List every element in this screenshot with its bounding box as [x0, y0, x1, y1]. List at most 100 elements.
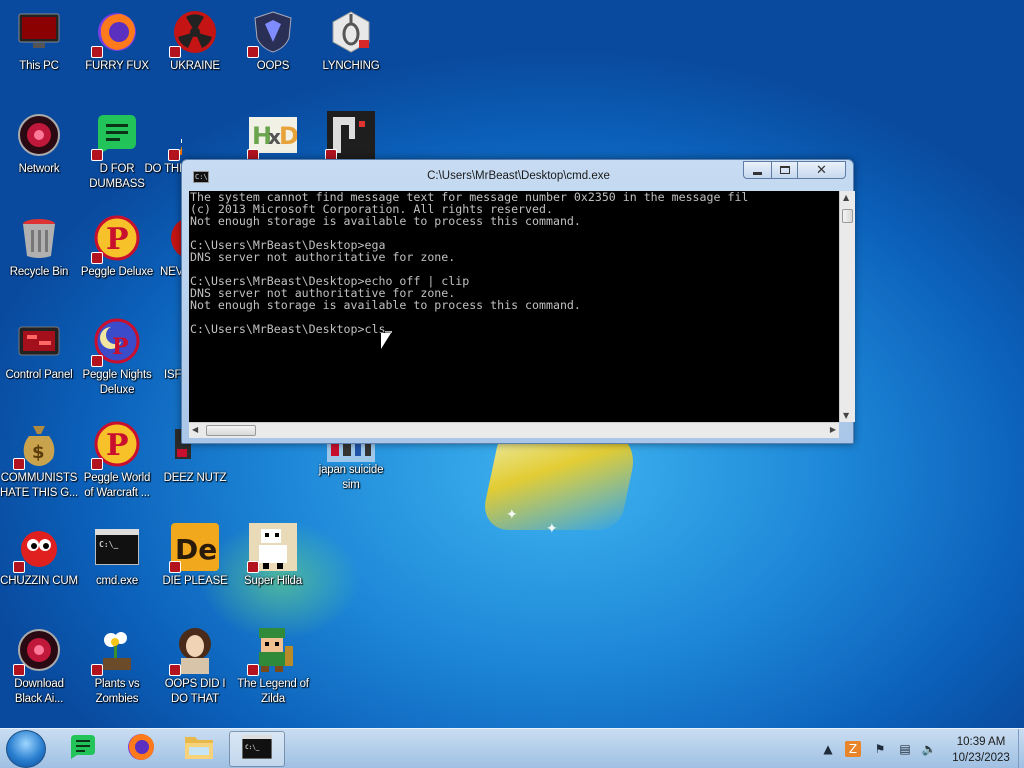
svg-text:P: P: [106, 428, 129, 463]
console-line: Not enough storage is available to proce…: [190, 298, 581, 312]
shield-icon: [247, 8, 297, 58]
taskbar-firefox[interactable]: [113, 731, 169, 767]
peggle-icon: P: [91, 214, 141, 264]
cmd-window[interactable]: C:\ C:\Users\MrBeast\Desktop\cmd.exe ✕ T…: [181, 159, 855, 444]
desktop-icon-label: Peggle Deluxe: [80, 266, 154, 278]
clock-time: 10:39 AM: [956, 736, 1006, 748]
desktop-icon-do-thi[interactable]: DO THI: [142, 111, 182, 177]
desktop-icon-label: cmd.exe: [95, 575, 139, 587]
scroll-up-arrow-icon[interactable]: ▲: [843, 193, 849, 202]
desktop-icon-label: DIE PLEASE: [162, 575, 228, 587]
desktop-icon-plants-vs-zombies[interactable]: Plants vs Zombies: [78, 626, 156, 707]
shortcut-arrow-icon: [91, 355, 103, 367]
desktop-icon-label: Network: [18, 163, 60, 175]
monitor-icon: [15, 8, 63, 56]
desktop-icon-label: This PC: [19, 60, 59, 72]
console-line: Not enough storage is available to proce…: [190, 214, 581, 228]
chevron-up-icon[interactable]: ▲: [820, 741, 836, 757]
desktop-icon-label: Download Black Ai...: [14, 678, 64, 705]
vertical-scrollbar[interactable]: ▲ ▼: [839, 191, 855, 422]
desktop-icon-super-hilda[interactable]: Super Hilda: [234, 523, 312, 589]
wallpaper-beam: [479, 430, 641, 530]
start-button[interactable]: [6, 730, 46, 768]
desktop-icon-label: ISF: [164, 369, 182, 381]
desktop-icon-chuzzin-cum[interactable]: CHUZZIN CUM: [0, 523, 78, 589]
console-prompt-line[interactable]: C:\Users\MrBeast\Desktop>cls: [189, 323, 839, 335]
taskbar-chat-app[interactable]: [55, 731, 111, 767]
horizontal-scroll-thumb[interactable]: [206, 425, 256, 436]
volume-icon[interactable]: 🔈: [921, 741, 937, 757]
desktop-icon-peggle-nights[interactable]: P Peggle Nights Deluxe: [78, 317, 156, 398]
shortcut-arrow-icon: [91, 149, 103, 161]
svg-text:P: P: [112, 334, 129, 360]
desktop-icon-hxd[interactable]: HxD: [234, 111, 312, 162]
console-output[interactable]: The system cannot find message text for …: [189, 191, 839, 422]
desktop-icon-peggle-wow[interactable]: P Peggle World of Warcraft ...: [78, 420, 156, 501]
desktop-icon-isf[interactable]: ISF: [156, 317, 182, 383]
desktop-icon-oops[interactable]: OOPS: [234, 8, 312, 74]
folder-icon: [183, 733, 215, 766]
flag-icon[interactable]: ⚑: [872, 741, 888, 757]
taskbar-file-explorer[interactable]: [171, 731, 227, 767]
radiation-icon: [169, 8, 219, 58]
portrait-icon: [169, 626, 219, 676]
desktop-icon-network[interactable]: Network: [0, 111, 78, 177]
desktop-icon-download-black-ai[interactable]: Download Black Ai...: [0, 626, 78, 707]
hxd-icon: HxD: [247, 111, 297, 161]
mouse-pointer-icon: [381, 333, 391, 349]
chuzzle-icon: [13, 523, 63, 573]
desktop-icon-die-please[interactable]: De DIE PLEASE: [156, 523, 234, 589]
desktop-icon-label: CHUZZIN CUM: [0, 575, 78, 587]
vlc-cone-icon: [168, 111, 182, 161]
taskbar-clock[interactable]: 10:39 AM 10/23/2023: [946, 734, 1016, 766]
scroll-down-arrow-icon[interactable]: ▼: [843, 411, 849, 420]
desktop-icon-legend-of-zilda[interactable]: The Legend of Zilda: [234, 626, 312, 707]
desktop-icon-control-panel[interactable]: Control Panel: [0, 317, 78, 383]
shortcut-arrow-icon: [13, 458, 25, 470]
svg-text:C:\_: C:\_: [245, 744, 260, 751]
desktop-icon-lynching[interactable]: LYNCHING: [312, 8, 390, 74]
system-tray: ▲ Z ⚑ ▤ 🔈: [815, 729, 945, 768]
desktop-icon-pixel-app[interactable]: [312, 111, 390, 162]
cmd-title-bar[interactable]: C:\ C:\Users\MrBeast\Desktop\cmd.exe ✕: [182, 160, 853, 190]
desktop-icon-furry-fux[interactable]: FURRY FUX: [78, 8, 156, 74]
svg-text:$: $: [32, 442, 45, 463]
shortcut-arrow-icon: [247, 664, 259, 676]
desktop-icon-this-pc[interactable]: This PC: [0, 8, 78, 74]
desktop-icon-communists[interactable]: $ COMMUNISTS HATE THIS G...: [0, 420, 78, 501]
maximize-button[interactable]: [771, 161, 798, 179]
noose-icon: [327, 8, 375, 56]
scroll-left-arrow-icon[interactable]: ◀: [192, 425, 198, 434]
shortcut-arrow-icon: [91, 458, 103, 470]
pixel-character-icon: [247, 523, 297, 573]
shortcut-arrow-icon: [168, 149, 180, 161]
desktop-icon-label: Control Panel: [5, 369, 73, 381]
horizontal-scrollbar[interactable]: ◀ ▶: [189, 422, 839, 438]
app-tray-icon[interactable]: Z: [845, 741, 861, 757]
show-desktop-button[interactable]: [1018, 729, 1024, 768]
desktop-icon-peggle-deluxe[interactable]: P Peggle Deluxe: [78, 214, 156, 280]
desktop-icon-nev[interactable]: NEV: [156, 214, 182, 280]
network-icon[interactable]: ▤: [897, 741, 913, 757]
globe-icon: [13, 626, 63, 676]
maximize-icon: [779, 166, 790, 174]
scroll-right-arrow-icon[interactable]: ▶: [830, 425, 836, 434]
svg-text:C:\_: C:\_: [99, 540, 118, 549]
peggle-icon: P: [91, 420, 141, 470]
desktop-icon-label: japan suicide sim: [318, 464, 384, 491]
shortcut-arrow-icon: [91, 46, 103, 58]
desktop-icon-oops-did-i-do-that[interactable]: OOPS DID I DO THAT: [156, 626, 234, 707]
taskbar-cmd[interactable]: C:\_: [229, 731, 285, 767]
terminal-icon: C:\_: [93, 523, 141, 571]
minimize-button[interactable]: [743, 161, 772, 179]
control-panel-icon: [15, 317, 63, 365]
peggle-nights-icon: P: [91, 317, 141, 367]
desktop-icon-cmd-exe[interactable]: C:\_ cmd.exe: [78, 523, 156, 589]
minimize-icon: [753, 171, 762, 175]
shortcut-arrow-icon: [91, 664, 103, 676]
close-button[interactable]: ✕: [797, 161, 846, 179]
vertical-scroll-thumb[interactable]: [842, 209, 853, 223]
desktop-icon-recycle-bin[interactable]: Recycle Bin: [0, 214, 78, 280]
recycle-bin-icon: [15, 214, 63, 262]
desktop-icon-ukraine[interactable]: UKRAINE: [156, 8, 234, 74]
